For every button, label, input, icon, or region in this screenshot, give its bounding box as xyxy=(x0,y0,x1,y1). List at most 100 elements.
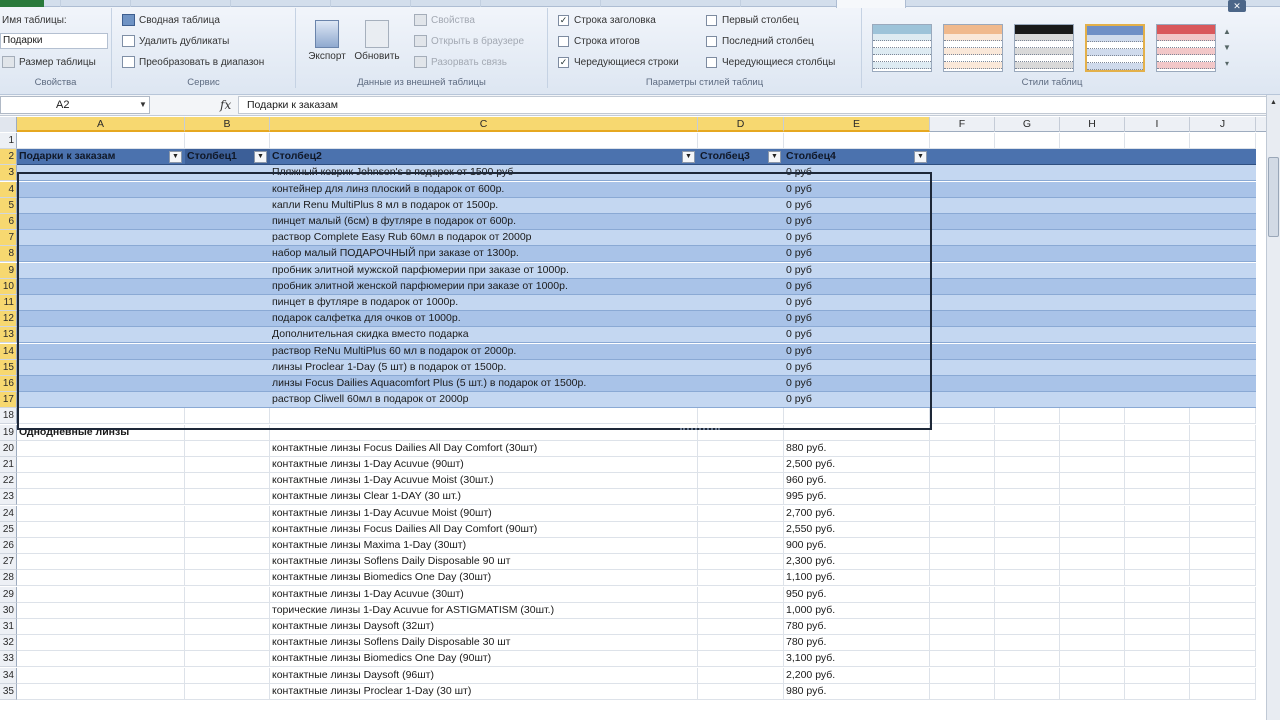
product-name-cell[interactable]: контактные линзы Focus Dailies All Day C… xyxy=(270,440,698,457)
table-cell[interactable] xyxy=(185,197,270,214)
banded-columns-check[interactable] xyxy=(706,56,717,68)
cell[interactable] xyxy=(1125,278,1190,295)
table-header-cell[interactable]: Столбец1 ▼ xyxy=(185,149,270,166)
cell[interactable] xyxy=(17,133,185,149)
cell[interactable] xyxy=(1060,376,1125,392)
gift-description-cell[interactable]: раствор ReNu MultiPlus 60 мл в подарок о… xyxy=(270,343,698,360)
gift-price-cell[interactable]: 0 руб xyxy=(784,246,930,263)
cell[interactable] xyxy=(270,133,698,149)
gift-description-cell[interactable]: линзы Proclear 1-Day (5 шт) в подарок от… xyxy=(270,359,698,376)
product-name-cell[interactable]: контактные линзы Soflens Daily Disposabl… xyxy=(270,635,698,652)
table-style-swatch[interactable] xyxy=(1085,24,1145,72)
table-cell[interactable] xyxy=(698,197,784,214)
table-cell[interactable] xyxy=(17,376,185,392)
row-header[interactable]: 30 xyxy=(0,602,17,619)
gift-description-cell[interactable]: раствор Cliwell 60мл в подарок от 2000р xyxy=(270,392,698,409)
cell[interactable] xyxy=(17,635,185,652)
cell[interactable] xyxy=(1125,457,1190,473)
total-row-check[interactable] xyxy=(558,35,569,47)
cell[interactable] xyxy=(1125,635,1190,652)
cell[interactable] xyxy=(995,311,1060,328)
cell[interactable] xyxy=(1125,667,1190,684)
cell[interactable] xyxy=(1060,424,1125,441)
cell[interactable] xyxy=(17,440,185,457)
cell[interactable] xyxy=(1125,230,1190,247)
header-row-checkbox[interactable]: ✓ Строка заголовка xyxy=(558,12,656,28)
external-properties-button[interactable]: Свойства xyxy=(414,12,475,28)
row-header[interactable]: 7 xyxy=(0,230,17,247)
cell[interactable] xyxy=(1125,619,1190,635)
row-header[interactable]: 5 xyxy=(0,197,17,214)
cell[interactable] xyxy=(995,181,1060,198)
cell[interactable] xyxy=(1060,327,1125,344)
cell[interactable] xyxy=(1060,359,1125,376)
cell[interactable] xyxy=(1125,489,1190,506)
product-name-cell[interactable]: контактные линзы Maxima 1-Day (30шт) xyxy=(270,538,698,554)
cell[interactable] xyxy=(1060,683,1125,700)
cell[interactable] xyxy=(17,683,185,700)
column-header-a[interactable]: A xyxy=(17,117,185,132)
cell[interactable] xyxy=(1060,392,1125,409)
product-price-cell[interactable]: 2,300 руб. xyxy=(784,554,930,571)
cell[interactable] xyxy=(1190,214,1256,230)
cell[interactable] xyxy=(1190,521,1256,538)
cell[interactable] xyxy=(930,181,995,198)
product-price-cell[interactable]: 2,700 руб. xyxy=(784,505,930,522)
row-header[interactable]: 14 xyxy=(0,343,17,360)
cell[interactable] xyxy=(1060,651,1125,668)
cell[interactable] xyxy=(1190,327,1256,344)
cell[interactable] xyxy=(930,521,995,538)
cell[interactable] xyxy=(185,408,270,425)
row-header[interactable]: 24 xyxy=(0,505,17,522)
cell[interactable] xyxy=(1060,538,1125,554)
cell[interactable] xyxy=(1125,554,1190,571)
cell[interactable] xyxy=(995,554,1060,571)
cell[interactable] xyxy=(1125,473,1190,490)
cell[interactable] xyxy=(930,343,995,360)
cell[interactable] xyxy=(1190,133,1256,149)
table-header-cell[interactable]: Столбец4 ▼ xyxy=(784,149,930,166)
cell[interactable] xyxy=(1125,570,1190,587)
gift-price-cell[interactable]: 0 руб xyxy=(784,359,930,376)
cell[interactable] xyxy=(1190,392,1256,409)
cell[interactable] xyxy=(185,586,270,603)
cell[interactable] xyxy=(1190,230,1256,247)
cell[interactable] xyxy=(17,473,185,490)
cell[interactable] xyxy=(1125,505,1190,522)
product-price-cell[interactable]: 780 руб. xyxy=(784,635,930,652)
cell[interactable] xyxy=(930,165,995,182)
chevron-down-icon[interactable]: ▼ xyxy=(139,97,147,113)
cell[interactable] xyxy=(698,408,784,425)
cell[interactable] xyxy=(930,586,995,603)
cell[interactable] xyxy=(995,619,1060,635)
gift-description-cell[interactable]: раствор Complete Easy Rub 60мл в подарок… xyxy=(270,230,698,247)
cell[interactable] xyxy=(1060,295,1125,311)
table-cell[interactable] xyxy=(185,278,270,295)
table-cell[interactable] xyxy=(698,343,784,360)
column-header-b[interactable]: B xyxy=(185,117,270,132)
product-price-cell[interactable]: 900 руб. xyxy=(784,538,930,554)
last-column-checkbox[interactable]: Последний столбец xyxy=(706,33,814,49)
table-cell[interactable] xyxy=(698,278,784,295)
cell[interactable] xyxy=(185,133,270,149)
gift-description-cell[interactable]: пинцет в футляре в подарок от 1000р. xyxy=(270,295,698,311)
cell[interactable] xyxy=(930,505,995,522)
cell[interactable] xyxy=(1125,651,1190,668)
cell[interactable] xyxy=(185,473,270,490)
gift-price-cell[interactable]: 0 руб xyxy=(784,392,930,409)
cell[interactable] xyxy=(995,586,1060,603)
cell[interactable] xyxy=(698,521,784,538)
cell[interactable] xyxy=(995,392,1060,409)
row-header[interactable]: 33 xyxy=(0,651,17,668)
cell[interactable] xyxy=(995,278,1060,295)
cell[interactable] xyxy=(1060,408,1125,425)
row-header[interactable]: 15 xyxy=(0,359,17,376)
cell[interactable] xyxy=(930,602,995,619)
gift-description-cell[interactable]: Дополнительная скидка вместо подарка xyxy=(270,327,698,344)
product-name-cell[interactable]: контактные линзы 1-Day Acuvue Moist (90ш… xyxy=(270,505,698,522)
convert-to-range-button[interactable]: Преобразовать в диапазон xyxy=(122,54,264,70)
select-all-corner[interactable] xyxy=(0,117,17,132)
cell[interactable] xyxy=(1060,586,1125,603)
cell[interactable] xyxy=(1060,311,1125,328)
cell[interactable] xyxy=(1125,214,1190,230)
